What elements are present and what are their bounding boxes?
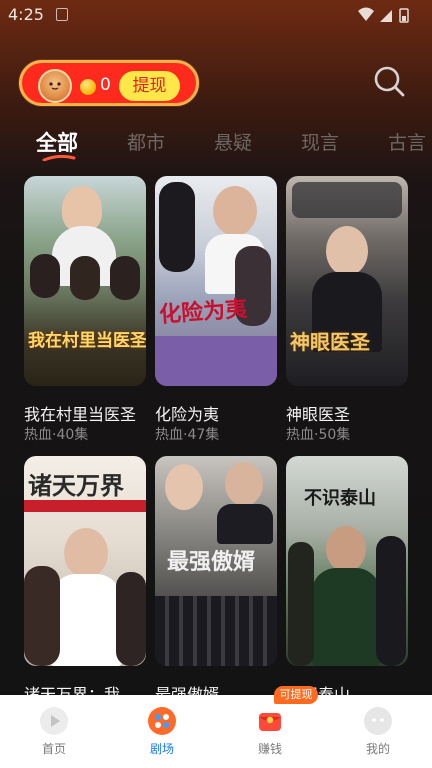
notification-icon xyxy=(56,8,68,21)
drama-poster[interactable]: 神眼医圣 xyxy=(286,176,408,386)
avatar[interactable] xyxy=(38,69,72,103)
drama-meta: 热血·50集 xyxy=(286,427,351,443)
tab-urban[interactable]: 都市 xyxy=(127,128,165,155)
signal-icon xyxy=(380,10,392,22)
play-icon xyxy=(40,707,68,735)
status-bar: 4:25 xyxy=(0,0,432,30)
status-icons xyxy=(358,7,409,23)
theater-icon xyxy=(148,707,176,735)
nav-earn[interactable]: 赚钱 xyxy=(216,695,324,768)
nav-label: 赚钱 xyxy=(257,742,282,756)
profile-icon xyxy=(364,707,392,735)
drama-title: 神眼医圣 xyxy=(286,405,351,424)
nav-theater[interactable]: 剧场 xyxy=(108,695,216,768)
status-time: 4:25 xyxy=(8,5,44,24)
active-tab-indicator xyxy=(42,155,76,161)
tab-suspense[interactable]: 悬疑 xyxy=(214,128,252,155)
poster-text: 诸天万界 xyxy=(28,471,124,500)
coin-balance-pill[interactable]: 0 提现 xyxy=(19,60,199,106)
drama-poster[interactable]: 我在村里当医圣 xyxy=(24,176,146,386)
nav-profile[interactable]: 我的 xyxy=(324,695,432,768)
coin-count: 0 xyxy=(100,75,111,95)
nav-label: 首页 xyxy=(41,742,66,756)
tab-all[interactable]: 全部 xyxy=(36,127,78,157)
poster-text: 神眼医圣 xyxy=(290,330,370,354)
bottom-nav: 首页 剧场 赚钱 我的 xyxy=(0,695,432,768)
poster-text: 化险为夷 xyxy=(158,295,248,329)
tab-modern-romance[interactable]: 现言 xyxy=(301,128,339,155)
poster-text: 不识泰山 xyxy=(304,488,376,509)
coin-icon xyxy=(80,79,96,95)
poster-text: 最强傲婿 xyxy=(167,549,256,575)
withdrawable-badge: 可提现 xyxy=(274,686,318,704)
wifi-icon xyxy=(358,7,374,21)
nav-home[interactable]: 首页 xyxy=(0,695,108,768)
withdraw-button[interactable]: 提现 xyxy=(119,71,180,101)
search-icon[interactable] xyxy=(372,64,406,98)
drama-meta: 热血·47集 xyxy=(155,427,220,443)
drama-meta: 热血·40集 xyxy=(24,427,89,443)
drama-title: 我在村里当医圣 xyxy=(24,405,137,424)
category-tabs: 全部 都市 悬疑 现言 古言 xyxy=(0,124,432,164)
tab-costume-romance[interactable]: 古言 xyxy=(388,128,426,155)
drama-title: 化险为夷 xyxy=(155,405,220,424)
nav-label: 剧场 xyxy=(149,742,174,756)
drama-poster[interactable]: 不识泰山 xyxy=(286,456,408,666)
drama-poster[interactable]: 诸天万界 xyxy=(24,456,146,666)
drama-poster[interactable]: 化险为夷 xyxy=(155,176,277,386)
red-envelope-icon xyxy=(259,713,281,731)
poster-text: 我在村里当医圣 xyxy=(28,331,146,351)
avatar-face-icon xyxy=(49,82,61,90)
nav-label: 我的 xyxy=(365,742,390,756)
drama-poster[interactable]: 最强傲婿 xyxy=(155,456,277,666)
